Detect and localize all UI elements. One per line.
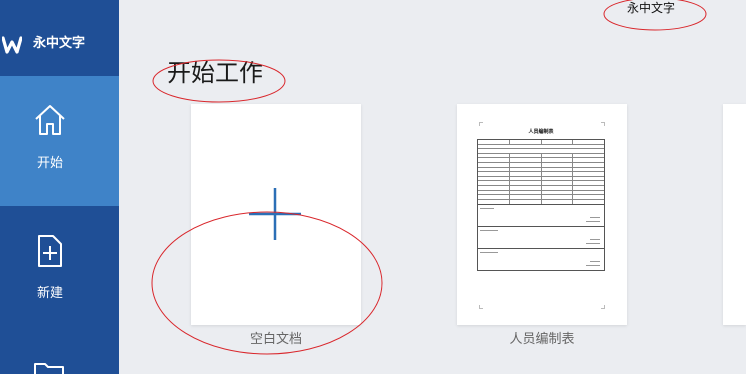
- brand-label: 永中文字: [627, 1, 676, 15]
- sidebar: 永中文字 开始 新建: [0, 0, 119, 374]
- blank-document-label: 空白文档: [249, 332, 302, 347]
- new-file-icon: [38, 235, 62, 267]
- folder-icon[interactable]: [34, 362, 64, 374]
- thumbnail-block: [477, 227, 605, 250]
- thumbnail-table: [477, 139, 605, 206]
- home-icon: [35, 105, 65, 135]
- page-title: 开始工作: [167, 59, 263, 87]
- plus-icon: [249, 188, 301, 240]
- sidebar-item-label: 开始: [36, 156, 63, 171]
- template-label-staffing-table: 人员编制表: [509, 332, 575, 347]
- thumbnail-block: [477, 205, 605, 228]
- template-card-partial[interactable]: [723, 104, 746, 325]
- crop-mark: [601, 122, 605, 126]
- app-logo: 永中文字: [0, 0, 119, 76]
- sidebar-item-start[interactable]: 开始: [0, 76, 119, 206]
- app-logo-icon: [2, 36, 22, 54]
- sidebar-item-label: 新建: [36, 286, 63, 301]
- app-name: 永中文字: [33, 36, 86, 51]
- crop-mark: [479, 122, 483, 126]
- crop-mark: [601, 305, 605, 309]
- crop-mark: [479, 305, 483, 309]
- sidebar-item-new[interactable]: 新建: [0, 206, 119, 336]
- blank-document-card[interactable]: [191, 104, 361, 325]
- template-card-staffing-table[interactable]: 人员编制表: [457, 104, 627, 325]
- thumbnail-block: [477, 249, 605, 272]
- template-thumbnail-title: 人员编制表: [528, 129, 554, 135]
- template-thumbnail: 人员编制表: [477, 129, 605, 272]
